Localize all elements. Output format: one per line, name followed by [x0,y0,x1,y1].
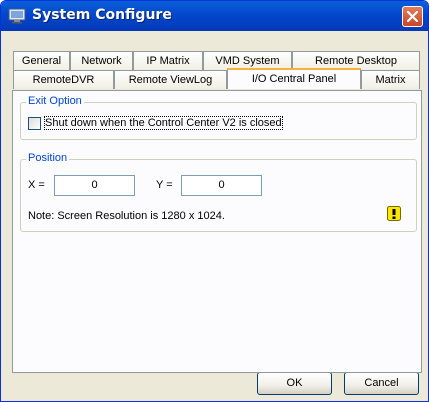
shutdown-checkbox-label[interactable]: Shut down when the Control Center V2 is … [44,116,283,130]
title-bar[interactable]: System Configure [1,1,428,31]
tab-ip-matrix[interactable]: IP Matrix [133,51,203,70]
tab-network[interactable]: Network [70,51,133,70]
exit-option-title: Exit Option [26,95,84,107]
close-icon [407,11,418,22]
tab-general[interactable]: General [13,51,70,70]
io-central-panel-page: Exit Option Shut down when the Control C… [12,90,422,373]
app-icon [8,8,26,24]
x-label: X = [28,179,45,191]
tab-remote-viewlog[interactable]: Remote ViewLog [114,70,227,89]
cancel-button[interactable]: Cancel [344,372,419,395]
y-input[interactable]: 0 [181,175,262,196]
resolution-note: Note: Screen Resolution is 1280 x 1024. [28,210,225,222]
position-group: Position X = 0 Y = 0 Note: Screen Resolu… [20,152,417,232]
x-input[interactable]: 0 [54,175,135,196]
tab-matrix[interactable]: Matrix [361,70,420,89]
y-label: Y = [156,179,173,191]
position-title: Position [26,152,70,164]
tab-io-central-panel[interactable]: I/O Central Panel [227,68,361,89]
tab-remotedvr[interactable]: RemoteDVR [13,70,114,89]
warning-icon [387,206,401,221]
shutdown-checkbox[interactable] [28,117,41,130]
ok-button[interactable]: OK [257,372,332,395]
close-button[interactable] [402,6,423,27]
system-configure-window: System Configure General Network IP Matr… [0,0,429,402]
window-title: System Configure [32,7,172,23]
dialog-body: General Network IP Matrix VMD System Rem… [4,31,425,399]
exit-option-group: Exit Option Shut down when the Control C… [20,95,417,140]
